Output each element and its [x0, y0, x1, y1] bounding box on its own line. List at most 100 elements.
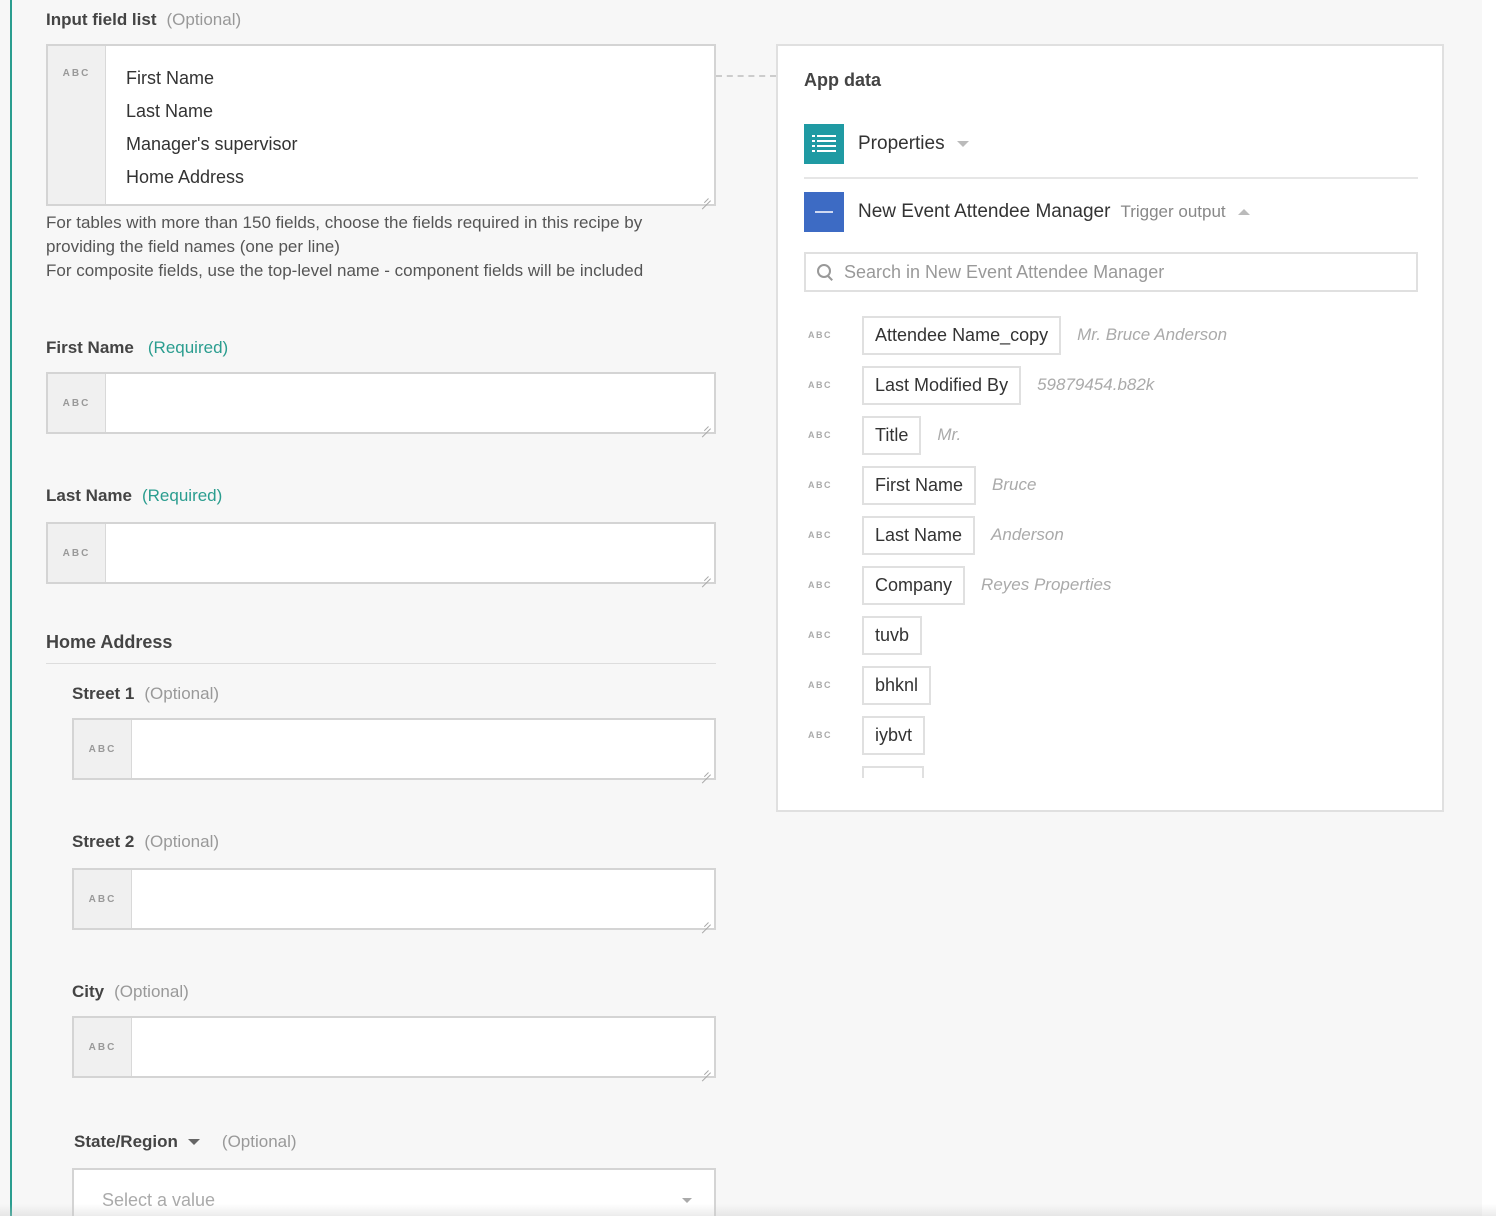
list-item: [808, 760, 1418, 778]
pill-sample-value: Mr. Bruce Anderson: [1077, 325, 1228, 344]
field-list-line: Manager's supervisor: [126, 134, 298, 154]
data-pill[interactable]: Last Name: [862, 515, 976, 555]
city-field[interactable]: ABC: [72, 1016, 716, 1078]
street1-field[interactable]: ABC: [72, 718, 716, 780]
properties-row[interactable]: Properties: [804, 124, 969, 164]
data-pill[interactable]: Attendee Name_copy: [862, 315, 1062, 355]
street2-label: Street 2: [72, 832, 135, 851]
app-data-title: App data: [804, 70, 882, 90]
data-pill[interactable]: iybvt: [862, 715, 926, 755]
list-item: ABC bhknl: [808, 660, 1418, 710]
chevron-down-icon[interactable]: [956, 141, 969, 147]
abc-type-icon: ABC: [808, 530, 832, 540]
list-item: ABC Last Modified By 59879454.b82k: [808, 360, 1418, 410]
field-list-lines: First Name Last Name Manager's superviso…: [106, 46, 714, 198]
street2-field[interactable]: ABC: [72, 868, 716, 930]
search-icon: [816, 263, 834, 281]
resize-handle-icon[interactable]: [701, 569, 711, 579]
app-name-label[interactable]: New Event Attendee Manager: [858, 201, 1110, 223]
city-label-row: City (Optional): [72, 982, 189, 1002]
input-field-list-area[interactable]: First Name Last Name Manager's superviso…: [106, 46, 714, 204]
abc-type-icon: ABC: [808, 580, 832, 590]
street2-label-row: Street 2 (Optional): [72, 832, 219, 852]
abc-type-icon: ABC: [808, 730, 832, 740]
abc-type-icon: ABC: [808, 330, 832, 340]
first-name-field[interactable]: ABC: [46, 372, 716, 434]
resize-handle-icon[interactable]: [701, 915, 711, 925]
input-field-list-textarea[interactable]: ABC First Name Last Name Manager's super…: [46, 44, 716, 206]
data-pill[interactable]: Title: [862, 415, 922, 455]
abc-type-icon: ABC: [74, 870, 132, 928]
street1-label-row: Street 1 (Optional): [72, 684, 219, 704]
optional-tag: (Optional): [166, 10, 242, 29]
left-accent-rule: [10, 0, 12, 1216]
help-line-1: For tables with more than 150 fields, ch…: [46, 213, 643, 256]
trigger-output-label[interactable]: Trigger output: [1120, 202, 1225, 222]
street1-label: Street 1: [72, 684, 135, 703]
chevron-up-icon[interactable]: [1237, 209, 1250, 215]
panel-divider: [804, 177, 1418, 179]
street2-input[interactable]: [132, 870, 714, 928]
resize-handle-icon[interactable]: [701, 765, 711, 775]
pill-sample-value: 59879454.b82k: [1037, 375, 1155, 394]
data-pill[interactable]: tuvb: [862, 615, 923, 655]
data-pill[interactable]: First Name: [862, 465, 977, 505]
app-logo-icon: [804, 192, 844, 232]
input-field-list-label-row: Input field list (Optional): [46, 10, 241, 30]
data-pill[interactable]: [862, 766, 924, 778]
required-tag: (Required): [147, 338, 229, 357]
list-item: ABC iybvt: [808, 710, 1418, 760]
app-output-row[interactable]: New Event Attendee Manager Trigger outpu…: [804, 192, 1250, 232]
data-pill[interactable]: Last Modified By: [862, 365, 1022, 405]
resize-handle-icon[interactable]: [701, 419, 711, 429]
list-item: ABC tuvb: [808, 610, 1418, 660]
field-list-line: Home Address: [126, 167, 245, 187]
state-label[interactable]: State/Region: [74, 1132, 178, 1152]
abc-type-icon: ABC: [808, 680, 832, 690]
state-label-row[interactable]: State/Region (Optional): [74, 1132, 297, 1152]
abc-type-icon: ABC: [74, 720, 132, 778]
city-label: City: [72, 982, 105, 1001]
chevron-down-icon: [682, 1198, 692, 1203]
list-item: ABC Last Name Anderson: [808, 510, 1418, 560]
properties-label[interactable]: Properties: [858, 133, 945, 155]
street1-input[interactable]: [132, 720, 714, 778]
last-name-label-row: Last Name (Required): [46, 486, 222, 506]
app-data-panel: App data Properties New Event Attendee M…: [776, 44, 1444, 812]
last-name-label: Last Name: [46, 486, 132, 505]
list-icon: [804, 124, 844, 164]
pill-sample-value: Reyes Properties: [981, 575, 1112, 594]
list-item: ABC Company Reyes Properties: [808, 560, 1418, 610]
resize-handle-icon[interactable]: [701, 1063, 711, 1073]
last-name-input[interactable]: [106, 524, 714, 582]
pill-sample-value: Anderson: [991, 525, 1064, 544]
last-name-field[interactable]: ABC: [46, 522, 716, 584]
search-input[interactable]: [844, 261, 1416, 283]
first-name-label: First Name: [46, 338, 134, 357]
data-pill[interactable]: Company: [862, 565, 966, 605]
abc-type-icon: ABC: [808, 480, 832, 490]
abc-type-icon: ABC: [48, 524, 106, 582]
city-input[interactable]: [132, 1018, 714, 1076]
abc-type-icon: ABC: [48, 46, 106, 204]
abc-type-icon: ABC: [74, 1018, 132, 1076]
scrollbar-gutter[interactable]: [1482, 0, 1496, 1216]
list-item: ABC First Name Bruce: [808, 460, 1418, 510]
connector-line: [716, 75, 776, 77]
resize-handle-icon[interactable]: [701, 191, 711, 201]
optional-tag: (Optional): [114, 982, 189, 1001]
output-pill-list: ABC Attendee Name_copy Mr. Bruce Anderso…: [808, 310, 1418, 778]
first-name-input[interactable]: [106, 374, 714, 432]
optional-tag: (Optional): [221, 1132, 297, 1151]
abc-type-icon: ABC: [808, 430, 832, 440]
first-name-label-row: First Name (Required): [46, 338, 228, 358]
abc-type-icon: ABC: [808, 380, 832, 390]
bottom-fade: [0, 1204, 1496, 1216]
field-list-line: First Name: [126, 68, 215, 88]
app-data-search[interactable]: [804, 252, 1418, 292]
home-address-section-title: Home Address: [46, 632, 716, 664]
data-pill[interactable]: bhknl: [862, 665, 932, 705]
chevron-down-icon[interactable]: [187, 1139, 200, 1145]
list-item: ABC Title Mr.: [808, 410, 1418, 460]
input-field-list-label: Input field list: [46, 10, 157, 29]
